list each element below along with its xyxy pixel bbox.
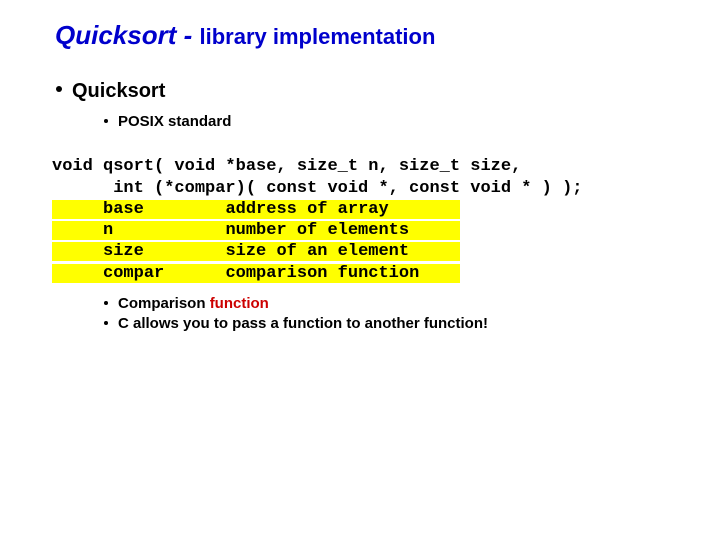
code-arg-size: size size of an element — [52, 242, 460, 261]
sub-bullet-dot-icon — [104, 301, 108, 305]
code-block: void qsort( void *base, size_t n, size_t… — [52, 135, 583, 284]
code-line-2: int (*compar)( const void *, const void … — [52, 179, 583, 198]
bullet-dot-icon — [56, 86, 62, 92]
sub-bullet-comparison-b: function — [210, 295, 269, 312]
arg-desc-compar: comparison function — [225, 264, 419, 283]
sub-bullet-comparison-a: Comparison — [118, 295, 210, 312]
title-part-2: library implementation — [199, 24, 435, 49]
sub-bullet-posix: POSIX standard — [118, 113, 231, 130]
arg-name-size: size — [103, 242, 144, 261]
arg-desc-size: size of an element — [225, 242, 409, 261]
arg-name-compar: compar — [103, 264, 164, 283]
code-arg-compar: compar comparison function — [52, 264, 460, 283]
code-arg-n: n number of elements — [52, 221, 460, 240]
arg-desc-base: address of array — [225, 200, 388, 219]
sub-bullet-pass-label: C allows you to pass a function to anoth… — [118, 315, 488, 332]
sub-bullet-posix-label: POSIX standard — [118, 113, 231, 130]
sub-bullet-dot-icon — [104, 321, 108, 325]
code-line-1: void qsort( void *base, size_t n, size_t… — [52, 157, 521, 176]
arg-name-base: base — [103, 200, 144, 219]
sub-bullet-dot-icon — [104, 119, 108, 123]
sub-bullet-comparison: Comparison function — [118, 295, 488, 312]
title-part-1: Quicksort - — [55, 20, 199, 50]
bullet-quicksort: Quicksort — [72, 80, 165, 103]
sub-bullets-notes: Comparison function C allows you to pass… — [118, 295, 488, 335]
slide-title: Quicksort - library implementation — [55, 20, 435, 51]
bullet-quicksort-label: Quicksort — [72, 80, 165, 102]
arg-name-n: n — [103, 221, 113, 240]
arg-desc-n: number of elements — [225, 221, 409, 240]
sub-bullet-pass: C allows you to pass a function to anoth… — [118, 315, 488, 332]
code-arg-base: base address of array — [52, 200, 460, 219]
